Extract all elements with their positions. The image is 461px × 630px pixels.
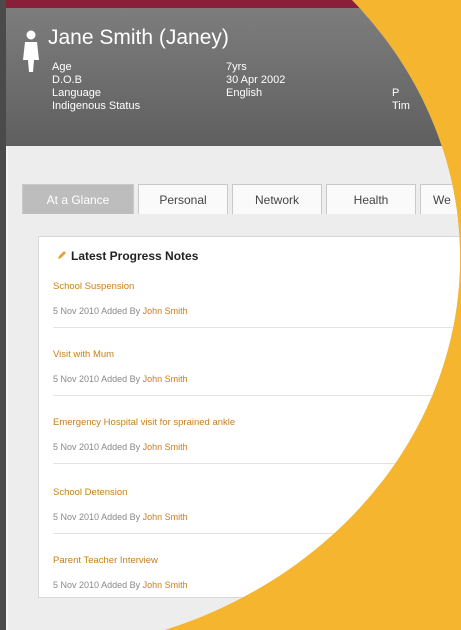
note-title[interactable]: School Detension (53, 487, 453, 498)
language-label: Language (52, 87, 101, 99)
tab-at-a-glance[interactable]: At a Glance (22, 184, 134, 214)
note-date: 5 Nov 2010 (53, 442, 100, 452)
note-title[interactable]: Emergency Hospital visit for sprained an… (53, 417, 453, 428)
progress-notes-panel: Latest Progress Notes School Suspension … (38, 236, 460, 598)
note-author-link[interactable]: John Smith (143, 374, 188, 384)
pencil-icon (58, 251, 66, 259)
added-by-label: Added By (101, 580, 141, 590)
profile-header: Jane Smith (Janey) Age 7yrs D.O.B 30 Apr… (0, 8, 460, 146)
divider (53, 463, 460, 464)
indigenous-status-label: Indigenous Status (52, 100, 141, 112)
divider (53, 327, 460, 328)
tab-network[interactable]: Network (232, 184, 322, 214)
divider (53, 395, 460, 396)
note-date: 5 Nov 2010 (53, 512, 100, 522)
note-date: 5 Nov 2010 (53, 306, 100, 316)
note-author-link[interactable]: John Smith (143, 306, 188, 316)
tab-personal[interactable]: Personal (138, 184, 228, 214)
note-author-link[interactable]: John Smith (143, 580, 188, 590)
age-label: Age (52, 61, 72, 73)
panel-title-text: Latest Progress Notes (71, 249, 199, 263)
added-by-label: Added By (101, 306, 141, 316)
truncated-label-1: P (392, 87, 400, 99)
note-item[interactable]: Emergency Hospital visit for sprained an… (53, 417, 453, 452)
note-item[interactable]: School Suspension 5 Nov 2010 Added By Jo… (53, 281, 453, 316)
note-meta: 5 Nov 2010 Added By John Smith (53, 374, 453, 384)
age-value: 7yrs (226, 61, 247, 73)
tab-wellbeing[interactable]: We (420, 184, 460, 214)
note-author-link[interactable]: John Smith (143, 512, 188, 522)
note-item[interactable]: Visit with Mum 5 Nov 2010 Added By John … (53, 349, 453, 384)
note-date: 5 Nov 2010 (53, 580, 100, 590)
note-item[interactable]: School Detension 5 Nov 2010 Added By Joh… (53, 487, 453, 522)
added-by-label: Added By (101, 442, 141, 452)
note-title[interactable]: Parent Teacher Interview (53, 555, 453, 566)
device-screen: Jane Smith (Janey) Age 7yrs D.O.B 30 Apr… (0, 0, 460, 630)
note-author-link[interactable]: John Smith (143, 442, 188, 452)
profile-name: Jane Smith (Janey) (48, 26, 229, 49)
window-edge (0, 0, 6, 630)
divider (53, 533, 460, 534)
added-by-label: Added By (101, 374, 141, 384)
tab-health[interactable]: Health (326, 184, 416, 214)
note-item[interactable]: Parent Teacher Interview 5 Nov 2010 Adde… (53, 555, 453, 590)
note-title[interactable]: School Suspension (53, 281, 453, 292)
person-icon (23, 30, 39, 72)
dob-label: D.O.B (52, 74, 82, 86)
note-meta: 5 Nov 2010 Added By John Smith (53, 442, 453, 452)
dob-value: 30 Apr 2002 (226, 74, 286, 86)
added-by-label: Added By (101, 512, 141, 522)
truncated-label-2: Tim (392, 100, 410, 112)
note-date: 5 Nov 2010 (53, 374, 100, 384)
note-meta: 5 Nov 2010 Added By John Smith (53, 580, 453, 590)
note-meta: 5 Nov 2010 Added By John Smith (53, 306, 453, 316)
language-value: English (226, 87, 263, 99)
note-title[interactable]: Visit with Mum (53, 349, 453, 360)
note-meta: 5 Nov 2010 Added By John Smith (53, 512, 453, 522)
